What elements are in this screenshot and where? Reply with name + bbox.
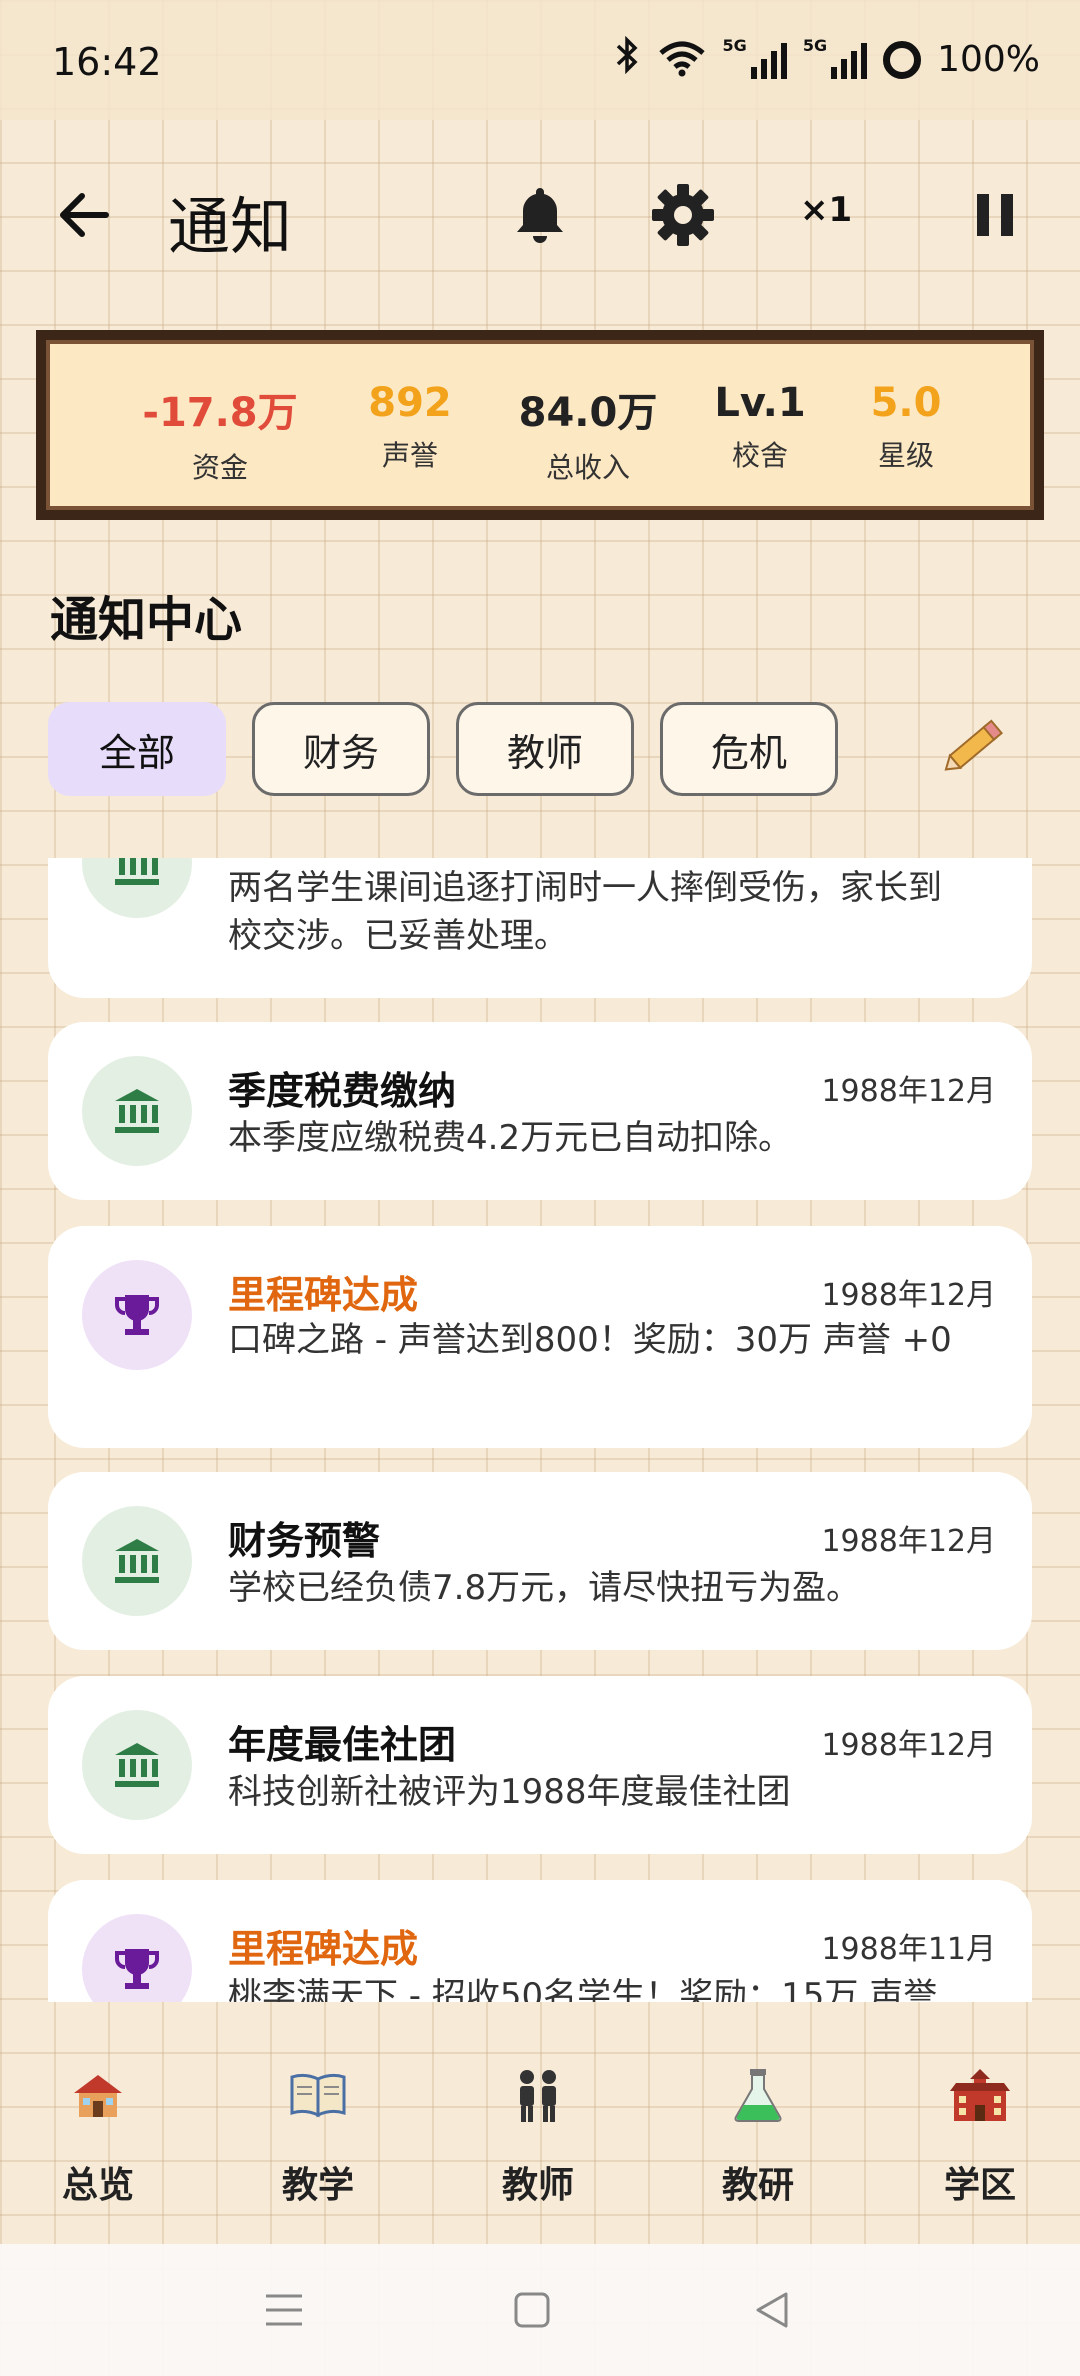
speed-button[interactable]: ×1 (800, 190, 852, 230)
pause-button[interactable] (960, 180, 1030, 250)
notification-date: 1988年12月 (821, 1728, 996, 1763)
notification-title: 年度最佳社团 (228, 1723, 457, 1767)
signal-icon-1 (750, 41, 787, 79)
nav-label: 学区 (943, 2165, 1016, 2206)
notification-body: 两名学生课间追逐打闹时一人摔倒受伤，家长到校交涉。已妥善处理。 (228, 868, 942, 956)
stat-building-level: Lv.1 校舍 (690, 380, 830, 474)
stat-star-rating: 5.0 星级 (846, 380, 966, 474)
notification-body: 口碑之路 - 声誉达到800！奖励：30万 声誉 +0 (228, 1320, 952, 1360)
school-house-icon (28, 2060, 168, 2130)
page-title: 通知 (168, 190, 293, 263)
bank-icon (82, 858, 192, 918)
bank-icon (82, 1710, 192, 1820)
battery-percent: 100% (937, 39, 1040, 80)
stat-label: 声誉 (381, 439, 438, 472)
notification-body: 本季度应缴税费4.2万元已自动扣除。 (228, 1118, 793, 1158)
settings-button[interactable] (648, 180, 718, 250)
nav-item-district[interactable]: 学区 (910, 2060, 1050, 2208)
notification-card[interactable]: 年度最佳社团 1988年12月 科技创新社被评为1988年度最佳社团 (48, 1676, 1032, 1854)
bank-icon (82, 1506, 192, 1616)
bell-icon (517, 188, 563, 243)
status-icons: 5G 5G 100% (615, 35, 1040, 83)
bluetooth-icon (615, 35, 641, 83)
notification-card[interactable]: 财务预警 1988年12月 学校已经负债7.8万元，请尽快扭亏为盈。 (48, 1472, 1032, 1650)
network-type-2: 5G (802, 36, 828, 55)
nav-label: 教学 (281, 2165, 354, 2206)
stat-value: Lv.1 (714, 380, 806, 426)
stat-funds: -17.8万 资金 (140, 380, 300, 486)
system-back-button[interactable] (752, 2288, 792, 2336)
nav-item-teaching[interactable]: 教学 (248, 2060, 388, 2208)
top-app-bar: 通知 ×1 (0, 160, 1080, 270)
stat-value: 5.0 (870, 380, 942, 426)
notification-date: 1988年12月 (821, 1524, 996, 1559)
notification-body: 学校已经负债7.8万元，请尽快扭亏为盈。 (228, 1568, 861, 1608)
notification-body: 科技创新社被评为1988年度最佳社团 (228, 1772, 791, 1812)
notification-body: 桃李满天下 - 招收50名学生！奖励：15万 声誉 (228, 1976, 938, 2002)
teachers-icon (468, 2060, 608, 2130)
nav-item-research[interactable]: 教研 (688, 2060, 828, 2208)
notification-date: 1988年12月 (821, 1278, 996, 1313)
notification-list[interactable]: 两名学生课间追逐打闹时一人摔倒受伤，家长到校交涉。已妥善处理。 季度税费缴纳 1… (0, 858, 1080, 2002)
trophy-icon (82, 1914, 192, 2002)
notification-title: 季度税费缴纳 (228, 1069, 457, 1113)
filter-chip-all[interactable]: 全部 (48, 702, 226, 796)
stats-panel: -17.8万 资金 892 声誉 84.0万 总收入 Lv.1 校舍 5.0 星… (36, 330, 1044, 520)
open-book-icon (248, 2060, 388, 2130)
section-title: 通知中心 (50, 592, 243, 648)
flask-icon (688, 2060, 828, 2130)
back-button[interactable] (50, 180, 120, 250)
notification-title: 里程碑达成 (228, 1927, 419, 1971)
stat-value: -17.8万 (142, 390, 298, 436)
stat-label: 总收入 (545, 451, 630, 484)
notification-card[interactable]: 季度税费缴纳 1988年12月 本季度应缴税费4.2万元已自动扣除。 (48, 1022, 1032, 1200)
nav-item-teachers[interactable]: 教师 (468, 2060, 608, 2208)
nav-item-overview[interactable]: 总览 (28, 2060, 168, 2208)
edit-button[interactable] (935, 705, 1015, 785)
home-button[interactable] (512, 2290, 552, 2334)
notification-title: 里程碑达成 (228, 1273, 419, 1317)
status-bar: 16:42 5G 5G 100% (0, 0, 1080, 120)
pause-icon (977, 194, 1013, 236)
stat-label: 星级 (877, 439, 934, 472)
bottom-navigation: 总览 教学 教师 教研 学区 (0, 2020, 1080, 2240)
notification-date: 1988年12月 (821, 1074, 996, 1109)
notifications-button[interactable] (505, 180, 575, 250)
nav-label: 教师 (501, 2165, 574, 2206)
triangle-back-icon (756, 2292, 788, 2328)
wifi-icon (657, 39, 707, 81)
stat-reputation: 892 声誉 (340, 380, 480, 474)
notification-card[interactable]: 里程碑达成 1988年12月 口碑之路 - 声誉达到800！奖励：30万 声誉 … (48, 1226, 1032, 1448)
status-time: 16:42 (52, 40, 162, 84)
gear-icon (652, 184, 714, 246)
stat-total-income: 84.0万 总收入 (508, 380, 668, 486)
notification-date: 1988年11月 (821, 1932, 996, 1967)
notification-card[interactable]: 两名学生课间追逐打闹时一人摔倒受伤，家长到校交涉。已妥善处理。 (48, 858, 1032, 998)
network-type-1: 5G (722, 36, 747, 55)
notification-card[interactable]: 里程碑达成 1988年11月 桃李满天下 - 招收50名学生！奖励：15万 声誉 (48, 1880, 1032, 2002)
signal-icon-2 (831, 41, 868, 79)
filter-chip-crisis[interactable]: 危机 (660, 702, 838, 796)
stat-label: 校舍 (731, 439, 788, 472)
stat-value: 84.0万 (518, 390, 658, 436)
filter-chip-finance[interactable]: 财务 (252, 702, 430, 796)
nav-label: 总览 (61, 2165, 134, 2206)
nav-label: 教研 (721, 2165, 794, 2206)
system-navigation-bar (0, 2244, 1080, 2376)
battery-ring-icon (883, 40, 922, 79)
square-icon (514, 2292, 550, 2328)
bank-icon (82, 1056, 192, 1166)
menu-icon (266, 2294, 302, 2326)
stat-label: 资金 (191, 451, 248, 484)
filter-chip-teachers[interactable]: 教师 (456, 702, 634, 796)
arrow-left-icon (60, 193, 109, 237)
pencil-icon (944, 719, 1004, 771)
menu-button[interactable] (262, 2290, 306, 2334)
trophy-icon (82, 1260, 192, 1370)
stat-value: 892 (368, 380, 452, 426)
campus-icon (910, 2060, 1050, 2130)
notification-title: 财务预警 (228, 1519, 381, 1563)
